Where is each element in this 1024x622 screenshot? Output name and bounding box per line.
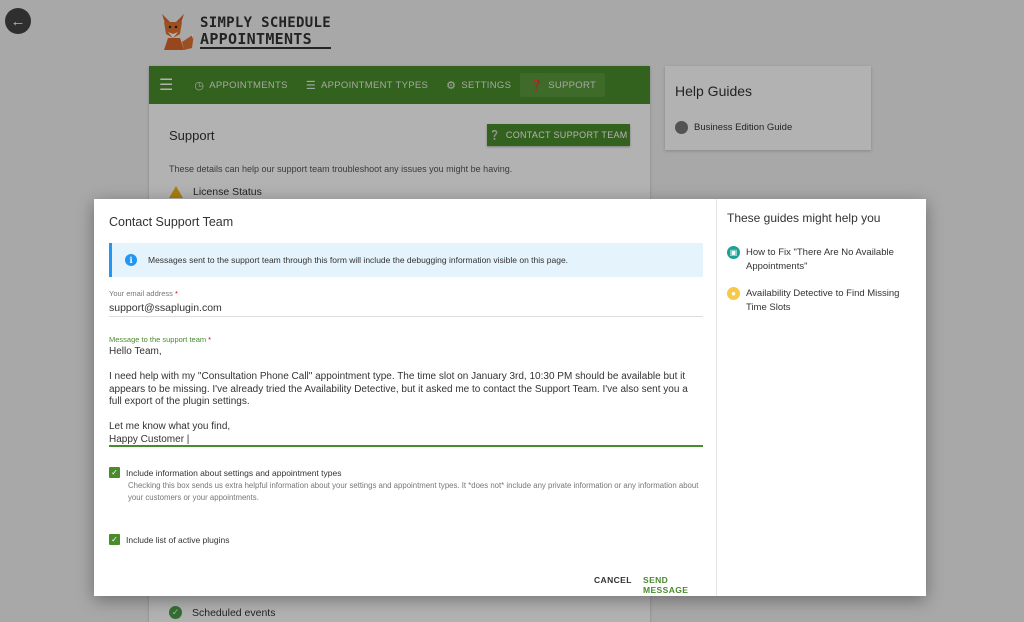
settings-checkbox-help: Checking this box sends us extra helpful… [128, 481, 699, 502]
contact-support-dialog: Contact Support Team i Messages sent to … [94, 199, 926, 596]
cancel-button[interactable]: CANCEL [594, 575, 632, 585]
settings-checkbox-row[interactable]: ✓ Include information about settings and… [109, 467, 341, 478]
plugins-checkbox-label: Include list of active plugins [126, 534, 230, 545]
message-label: Message to the support team * [109, 335, 212, 344]
email-field[interactable]: support@ssaplugin.com [109, 302, 222, 314]
dialog-form: Contact Support Team i Messages sent to … [94, 199, 717, 596]
guides-title: These guides might help you [727, 211, 881, 225]
guide-link-availability-detective[interactable]: ● Availability Detective to Find Missing… [727, 287, 917, 315]
checkbox-checked-icon[interactable]: ✓ [109, 467, 120, 478]
message-greeting: Hello Team, [109, 346, 162, 357]
message-closing: Let me know what you find, [109, 421, 231, 432]
plugins-checkbox-row[interactable]: ✓ Include list of active plugins [109, 534, 229, 545]
guide-label: How to Fix "There Are No Available Appoi… [746, 247, 894, 272]
message-underline [109, 445, 703, 447]
dialog-title: Contact Support Team [109, 215, 234, 229]
settings-checkbox-label: Include information about settings and a… [126, 467, 342, 478]
guide-label: Availability Detective to Find Missing T… [746, 288, 900, 313]
info-notice: i Messages sent to the support team thro… [109, 243, 703, 277]
email-label: Your email address * [109, 289, 178, 298]
send-message-button[interactable]: SEND MESSAGE [643, 575, 716, 595]
info-text: Messages sent to the support team throug… [148, 255, 569, 265]
guide-teal-icon: ▣ [727, 246, 740, 259]
message-textarea[interactable]: Hello Team, I need help with my "Consult… [109, 346, 703, 446]
guide-yellow-icon: ● [727, 287, 740, 300]
info-icon: i [125, 254, 137, 266]
dialog-guides: These guides might help you ▣ How to Fix… [717, 199, 926, 596]
email-underline [109, 316, 703, 317]
guide-link-no-appointments[interactable]: ▣ How to Fix "There Are No Available App… [727, 246, 917, 274]
checkbox-checked-icon[interactable]: ✓ [109, 534, 120, 545]
message-body: I need help with my "Consultation Phone … [109, 371, 688, 407]
